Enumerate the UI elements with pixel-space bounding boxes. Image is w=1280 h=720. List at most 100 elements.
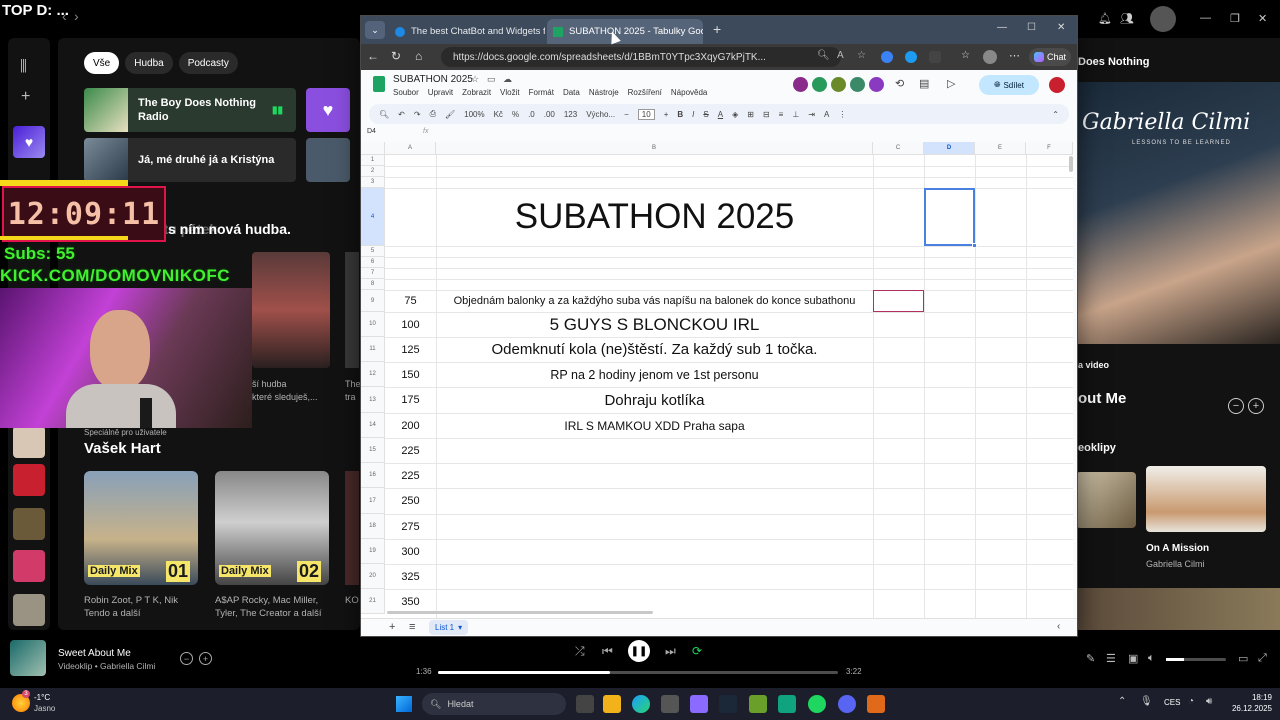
more-tools-icon[interactable]: ⋮ [838, 110, 846, 119]
col-header[interactable]: B [436, 142, 873, 155]
menu-item[interactable]: Upravit [428, 88, 453, 97]
minus-icon[interactable]: − [180, 652, 193, 665]
amount-cell[interactable]: 300 [385, 539, 436, 564]
filter-music[interactable]: Hudba [125, 52, 173, 74]
url-field[interactable]: https://docs.google.com/spreadsheets/d/1… [441, 47, 841, 67]
playlist-thumb[interactable] [13, 426, 45, 458]
row-header[interactable]: 19 [361, 539, 385, 564]
row-header[interactable]: 6 [361, 257, 385, 268]
bold-icon[interactable]: B [677, 110, 683, 119]
col-header[interactable]: E [975, 142, 1026, 155]
merge-icon[interactable]: ⊟ [763, 110, 770, 119]
section-title[interactable]: Vašek Hart [84, 440, 161, 457]
corner-cell[interactable] [361, 142, 385, 155]
store-icon[interactable] [661, 695, 679, 713]
amount-cell[interactable]: 150 [385, 362, 436, 387]
horizontal-scrollbar[interactable] [387, 611, 653, 614]
clip-artist[interactable]: Gabriella Cilmi [1146, 559, 1205, 569]
maximize-icon[interactable]: ☐ [1027, 22, 1036, 33]
share-button[interactable]: 🌐︎ Sdílet [979, 75, 1039, 95]
extension-icon[interactable] [881, 51, 893, 63]
progress-track[interactable] [438, 671, 838, 674]
menu-item[interactable]: Rozšíření [628, 88, 662, 97]
weather-desc[interactable]: Jasno [34, 704, 55, 713]
valign-icon[interactable]: ⊥ [792, 110, 799, 119]
font-size-minus[interactable]: − [624, 110, 629, 119]
menu-item[interactable]: Data [563, 88, 580, 97]
album-art[interactable] [345, 252, 359, 368]
menu-item[interactable]: Zobrazit [462, 88, 491, 97]
bell-icon[interactable]: 🔔︎ [1098, 12, 1112, 25]
add-icon[interactable]: + [21, 88, 30, 106]
next-icon[interactable]: ⏭︎ [665, 644, 676, 659]
reward-cell[interactable]: Objednám balonky a za každýho suba vás n… [436, 290, 873, 312]
amount-cell[interactable]: 200 [385, 413, 436, 438]
amount-cell[interactable]: 75 [385, 290, 436, 312]
percent-format[interactable]: % [512, 110, 519, 119]
amount-cell[interactable]: 125 [385, 337, 436, 362]
reward-cell[interactable]: Dohraju kotlíka [436, 387, 873, 413]
comments-icon[interactable]: ▤ [919, 77, 929, 90]
collaborator-avatar[interactable] [793, 77, 808, 92]
album-art[interactable] [345, 471, 359, 585]
extension-icon[interactable] [905, 51, 917, 63]
col-header[interactable]: C [873, 142, 924, 155]
redo-icon[interactable]: ↷ [414, 110, 421, 119]
text-color-icon[interactable]: A [718, 110, 723, 119]
app-icon[interactable] [690, 695, 708, 713]
currency-format[interactable]: Kč [494, 110, 503, 119]
tab-chatbot[interactable]: The best ChatBot and Widgets for ✕ [389, 19, 545, 44]
collaborator-avatar[interactable] [869, 77, 884, 92]
avatar[interactable] [1150, 6, 1176, 32]
amount-cell[interactable]: 275 [385, 514, 436, 539]
plus-icon[interactable]: + [1248, 398, 1264, 414]
row-header[interactable]: 12 [361, 362, 385, 387]
meet-icon[interactable]: ▷ [947, 77, 955, 90]
tab-actions-icon[interactable]: ⌄ [365, 21, 385, 39]
clip-thumb[interactable] [1076, 588, 1280, 630]
col-header[interactable]: D [924, 142, 975, 155]
home-icon[interactable]: ⌂ [415, 49, 422, 63]
back-icon[interactable]: ‹ [62, 8, 67, 24]
collaborator-avatar[interactable] [812, 77, 827, 92]
menu-item[interactable]: Nástroje [589, 88, 619, 97]
row-header[interactable]: 17 [361, 488, 385, 514]
more-icon[interactable]: ⋯ [1009, 49, 1020, 62]
playlist-thumb[interactable] [13, 594, 45, 626]
volume-icon[interactable]: 🔊︎ [1206, 696, 1212, 707]
clip-thumb[interactable] [1146, 466, 1266, 532]
back-icon[interactable]: ← [367, 49, 379, 63]
rotate-icon[interactable]: A [824, 110, 829, 119]
cell-ref[interactable]: D4 [367, 128, 376, 135]
shuffle-icon[interactable]: ⤮ [575, 644, 585, 659]
cover-art[interactable]: Gabriella Cilmi LESSONS TO BE LEARNED [1076, 82, 1280, 344]
now-playing-thumb[interactable] [10, 640, 46, 676]
row-header[interactable]: 1 [361, 155, 385, 166]
wrap-icon[interactable]: ⇥ [808, 110, 815, 119]
start-icon[interactable] [396, 696, 412, 712]
add-sheet-icon[interactable]: + [389, 621, 395, 633]
filter-all[interactable]: Vše [84, 52, 120, 74]
font-size-field[interactable]: 10 [637, 108, 655, 120]
search-box[interactable]: 🔍︎ Hledat [422, 693, 566, 715]
row-header[interactable]: 13 [361, 387, 385, 413]
card-thumb[interactable] [306, 138, 350, 182]
row-header[interactable]: 11 [361, 337, 385, 362]
filter-podcasts[interactable]: Podcasty [178, 52, 238, 74]
font-size-plus[interactable]: + [664, 110, 669, 119]
liked-card[interactable]: ♥ [306, 88, 350, 132]
playlist-thumb[interactable] [13, 550, 45, 582]
history-icon[interactable]: ⟲ [895, 77, 904, 90]
row-header[interactable]: 21 [361, 589, 385, 614]
library-icon[interactable]: ⫼ [20, 58, 27, 75]
maximize-icon[interactable]: ❐ [1230, 12, 1240, 25]
weather-temp[interactable]: -1°C [34, 693, 50, 702]
row-header[interactable]: 18 [361, 514, 385, 539]
pause-button[interactable]: ❚❚ [628, 640, 650, 662]
new-tab-icon[interactable]: + [713, 21, 721, 37]
sheet-tab-list1[interactable]: List 1 ▾ [429, 620, 469, 635]
star-icon[interactable]: ☆ [471, 74, 479, 85]
print-icon[interactable]: ⎙ [430, 109, 436, 119]
fullscreen-icon[interactable]: ⤢ [1258, 652, 1267, 665]
track-sub[interactable]: Videoklip • Gabriella Cilmi [58, 661, 155, 671]
